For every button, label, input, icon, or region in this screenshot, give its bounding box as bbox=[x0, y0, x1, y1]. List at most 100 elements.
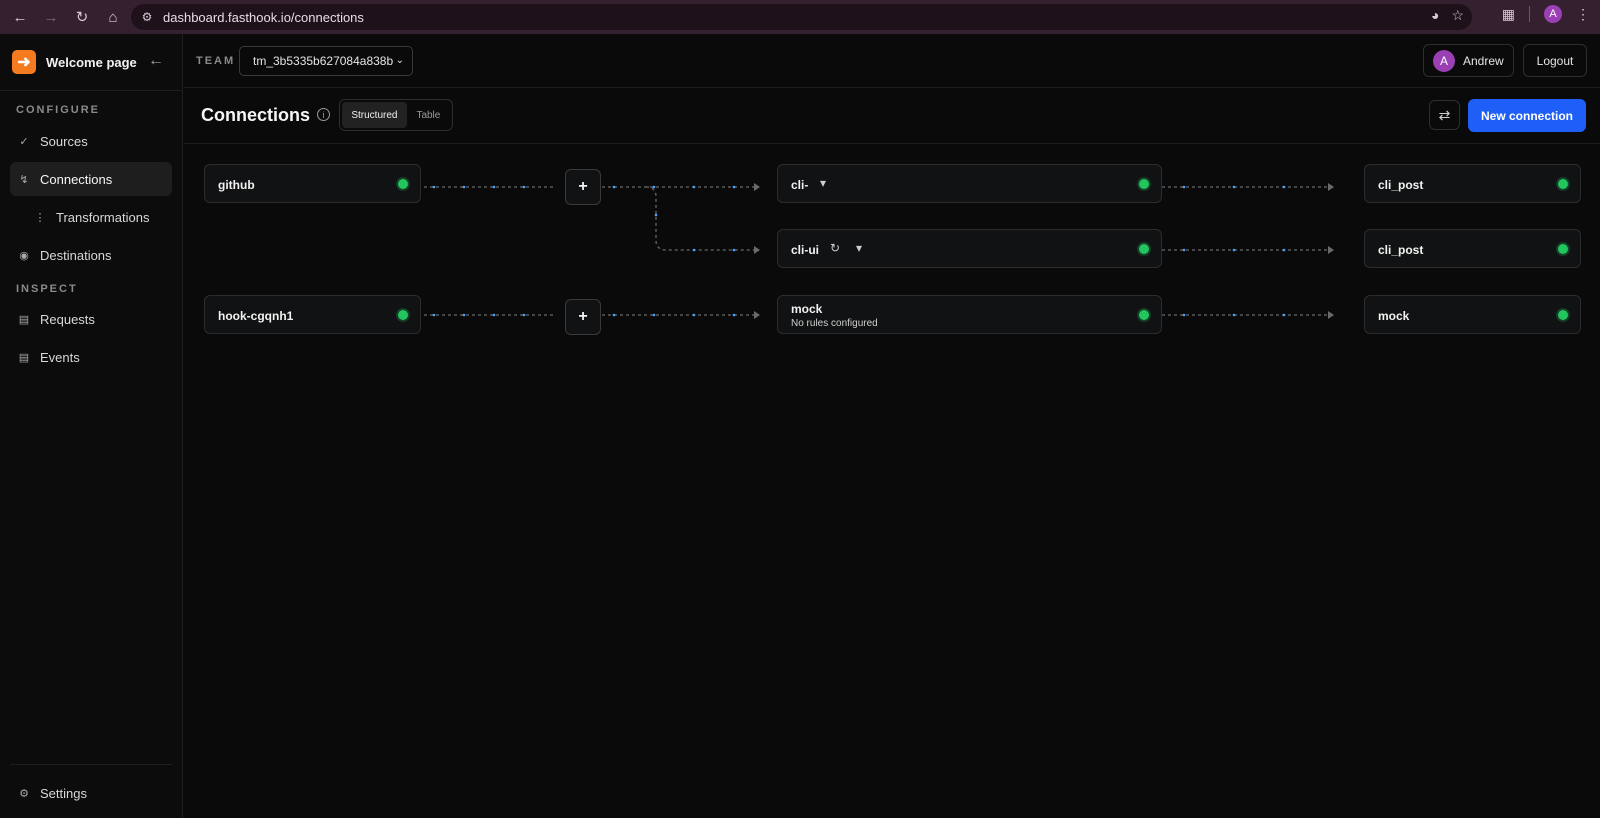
sidebar-item-label: Destinations bbox=[40, 247, 112, 263]
status-dot bbox=[398, 179, 408, 189]
toolbar-separator bbox=[1529, 6, 1530, 22]
fasthook-logo-icon: ➜ bbox=[12, 50, 36, 74]
brand[interactable]: ➜ Welcome page bbox=[12, 50, 137, 74]
logout-button[interactable]: Logout bbox=[1523, 44, 1587, 77]
sidebar-item-requests[interactable]: ▤ Requests bbox=[10, 302, 172, 336]
sidebar-item-label: Transformations bbox=[56, 209, 150, 225]
view-option-structured[interactable]: Structured bbox=[342, 102, 407, 128]
status-dot bbox=[1139, 310, 1149, 320]
destination-name: cli_post bbox=[1378, 178, 1424, 192]
site-settings-icon[interactable]: ⚙ bbox=[137, 7, 157, 27]
user-name: Andrew bbox=[1463, 53, 1504, 68]
new-connection-button[interactable]: New connection bbox=[1468, 99, 1586, 132]
destination-name: cli_post bbox=[1378, 243, 1424, 257]
refresh-icon: ⇄ bbox=[1438, 106, 1451, 123]
connection-subtitle: No rules configured bbox=[791, 318, 878, 329]
reload-icon[interactable]: ↻ bbox=[71, 6, 93, 28]
performance-icon[interactable]: ◕ bbox=[1431, 7, 1439, 24]
sidebar-item-connections[interactable]: ↯ Connections bbox=[10, 162, 172, 196]
list-icon: ▤ bbox=[18, 313, 30, 326]
destination-name: mock bbox=[1378, 309, 1410, 323]
status-dot bbox=[1139, 179, 1149, 189]
connection-node-mock[interactable]: mock No rules configured bbox=[777, 295, 1162, 334]
sidebar-item-events[interactable]: ▤ Events bbox=[10, 340, 172, 374]
section-title-inspect: INSPECT bbox=[16, 283, 78, 295]
sidebar-item-sources[interactable]: ✓ Sources bbox=[10, 124, 172, 158]
destination-node-cli-post[interactable]: cli_post bbox=[1364, 164, 1581, 203]
sidebar-item-settings[interactable]: ⚙ Settings bbox=[10, 776, 172, 810]
connection-node-cli[interactable]: cli- ▾ bbox=[777, 164, 1162, 203]
status-dot bbox=[1139, 244, 1149, 254]
arrow-head-icon bbox=[754, 246, 760, 254]
connections-canvas: github hook-cgqnh1 + + cli- ▾ cli-ui ↻ ▾… bbox=[184, 145, 1600, 818]
gear-icon: ⚙ bbox=[19, 787, 29, 800]
refresh-button[interactable]: ⇄ bbox=[1429, 100, 1460, 130]
home-icon[interactable]: ⌂ bbox=[102, 6, 124, 28]
arrow-head-icon bbox=[754, 183, 760, 191]
sidebar-item-destinations[interactable]: ◉ Destinations bbox=[10, 238, 172, 272]
section-title-configure: CONFIGURE bbox=[16, 104, 100, 116]
arrow-head-icon bbox=[754, 311, 760, 319]
team-select[interactable]: tm_3b5335b627084a838b ⌄ bbox=[239, 46, 413, 76]
status-dot bbox=[1558, 310, 1568, 320]
retry-icon[interactable]: ↻ bbox=[830, 241, 840, 255]
connection-name: mock bbox=[791, 302, 823, 316]
divider bbox=[0, 90, 183, 91]
browser-toolbar: ← → ↻ ⌂ ⚙ dashboard.fasthook.io/connecti… bbox=[0, 0, 1600, 34]
wire-plus-to-cli-ui bbox=[645, 186, 759, 251]
arrow-head-icon bbox=[1328, 311, 1334, 319]
extensions-icon[interactable]: ▦ bbox=[1502, 6, 1515, 23]
arrow-head-icon bbox=[1328, 246, 1334, 254]
team-select-value: tm_3b5335b627084a838b bbox=[253, 54, 394, 68]
forward-arrow-icon[interactable]: → bbox=[40, 6, 62, 28]
brand-name: Welcome page bbox=[46, 54, 137, 70]
connection-name: cli- bbox=[791, 178, 809, 192]
sidebar-item-label: Settings bbox=[40, 785, 87, 801]
back-arrow-icon[interactable]: ← bbox=[9, 6, 31, 28]
arrow-head-icon bbox=[1328, 183, 1334, 191]
connection-name: cli-ui bbox=[791, 243, 820, 257]
chevron-down-icon[interactable]: ▾ bbox=[820, 176, 826, 190]
status-dot bbox=[398, 310, 408, 320]
avatar: A bbox=[1433, 49, 1455, 72]
view-option-table[interactable]: Table bbox=[407, 102, 450, 128]
status-dot bbox=[1558, 244, 1568, 254]
status-dot bbox=[1558, 179, 1568, 189]
source-node-hook-cgqnh1[interactable]: hook-cgqnh1 bbox=[204, 295, 421, 334]
page-title: Connections bbox=[201, 105, 311, 125]
check-icon: ✓ bbox=[19, 135, 29, 148]
sidebar-item-label: Requests bbox=[40, 311, 95, 327]
target-icon: ◉ bbox=[19, 249, 29, 262]
user-menu-button[interactable]: A Andrew bbox=[1423, 44, 1514, 77]
collapse-sidebar-arrow-icon[interactable]: ← bbox=[148, 52, 164, 70]
destination-node-mock[interactable]: mock bbox=[1364, 295, 1581, 334]
page-header: Connections i Structured Table ⇄ New con… bbox=[184, 88, 1600, 144]
browser-menu-icon[interactable]: ⋮ bbox=[1576, 6, 1590, 23]
transform-icon: ⋮ bbox=[34, 211, 46, 224]
add-rule-button[interactable]: + bbox=[565, 299, 601, 335]
address-bar[interactable]: ⚙ dashboard.fasthook.io/connections ◕ ☆ bbox=[131, 4, 1472, 30]
top-header: TEAM tm_3b5335b627084a838b ⌄ A Andrew Lo… bbox=[184, 34, 1600, 88]
sidebar-item-label: Events bbox=[40, 349, 80, 365]
sidebar-item-label: Connections bbox=[40, 171, 113, 187]
browser-profile-avatar[interactable]: A bbox=[1544, 5, 1562, 23]
source-name: github bbox=[218, 178, 255, 192]
info-icon[interactable]: i bbox=[317, 108, 330, 121]
sidebar: ➜ Welcome page ← CONFIGURE ✓ Sources ↯ C… bbox=[0, 34, 183, 818]
url-text[interactable]: dashboard.fasthook.io/connections bbox=[163, 10, 364, 25]
connection-icon: ↯ bbox=[19, 173, 29, 186]
sidebar-item-label: Sources bbox=[40, 133, 88, 149]
chevron-down-icon: ⌄ bbox=[395, 55, 404, 66]
destination-node-cli-post[interactable]: cli_post bbox=[1364, 229, 1581, 268]
add-rule-button[interactable]: + bbox=[565, 169, 601, 205]
connection-node-cli-ui[interactable]: cli-ui ↻ ▾ bbox=[777, 229, 1162, 268]
bookmark-star-icon[interactable]: ☆ bbox=[1451, 7, 1464, 24]
view-toggle: Structured Table bbox=[339, 99, 453, 131]
chevron-down-icon[interactable]: ▾ bbox=[856, 241, 862, 255]
source-name: hook-cgqnh1 bbox=[218, 309, 294, 323]
list-icon: ▤ bbox=[18, 351, 30, 364]
source-node-github[interactable]: github bbox=[204, 164, 421, 203]
sidebar-item-transformations[interactable]: ⋮ Transformations bbox=[26, 200, 172, 234]
team-label: TEAM bbox=[196, 55, 236, 67]
divider bbox=[10, 764, 172, 765]
